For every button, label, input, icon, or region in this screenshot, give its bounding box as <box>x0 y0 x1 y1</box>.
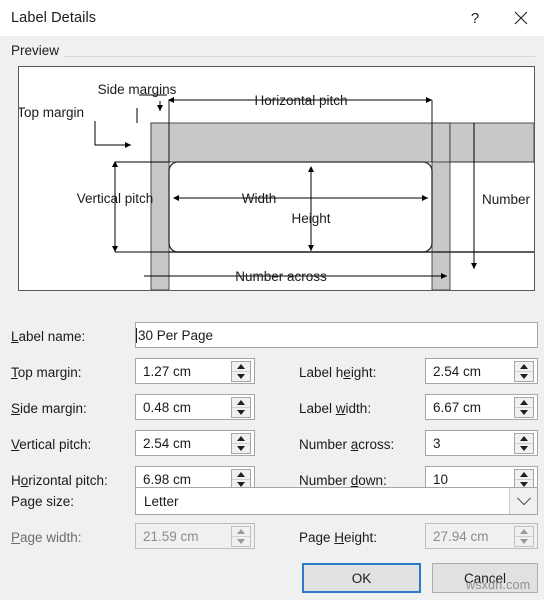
diagram-label-side-margins: Side margins <box>98 82 177 97</box>
diagram-label-vertical-pitch: Vertical pitch <box>77 191 154 206</box>
label-width-label: Label width: <box>299 401 372 416</box>
label-name-label: Label name: <box>11 329 86 344</box>
page-size-label: Page size: <box>11 494 75 509</box>
page-height-input: 27.94 cm <box>425 523 538 549</box>
chevron-down-icon[interactable] <box>509 488 537 514</box>
top-margin-input[interactable]: 1.27 cm <box>135 358 255 384</box>
spinner-down-button[interactable] <box>232 443 250 453</box>
spinner-up-button <box>515 527 533 536</box>
spinner-down-button[interactable] <box>515 371 533 381</box>
horizontal-pitch-label: Horizontal pitch: <box>11 473 108 488</box>
label-width-input[interactable]: 6.67 cm <box>425 394 538 420</box>
page-width-spinner <box>231 526 251 547</box>
spinner-down-button[interactable] <box>232 407 250 417</box>
top-margin-spinner[interactable] <box>231 361 251 382</box>
help-icon[interactable]: ? <box>452 0 498 36</box>
number-across-spinner[interactable] <box>514 433 534 454</box>
diagram-label-number-down: Number down <box>482 192 534 207</box>
vertical-pitch-input[interactable]: 2.54 cm <box>135 430 255 456</box>
spinner-down-button <box>515 536 533 546</box>
label-height-spinner[interactable] <box>514 361 534 382</box>
spinner-up-button[interactable] <box>232 470 250 479</box>
spinner-up-button[interactable] <box>232 434 250 443</box>
number-down-label: Number down: <box>299 473 387 488</box>
page-width-input: 21.59 cm <box>135 523 255 549</box>
title-bar: Label Details ? <box>0 0 544 36</box>
preview-group-label: Preview <box>11 43 65 58</box>
side-margin-spinner[interactable] <box>231 397 251 418</box>
number-across-label: Number across: <box>299 437 395 452</box>
cancel-button[interactable]: Cancel <box>432 563 538 593</box>
spinner-up-button[interactable] <box>515 398 533 407</box>
page-height-spinner <box>514 526 534 547</box>
page-width-label: Page width: <box>11 530 82 545</box>
page-size-combobox[interactable]: Letter <box>135 487 538 515</box>
vertical-pitch-label: Vertical pitch: <box>11 437 92 452</box>
spinner-down-button <box>232 536 250 546</box>
ok-button[interactable]: OK <box>302 563 421 593</box>
side-margin-input[interactable]: 0.48 cm <box>135 394 255 420</box>
diagram-label-top-margin: Top margin <box>19 105 84 120</box>
spinner-up-button[interactable] <box>515 434 533 443</box>
diagram-label-height: Height <box>291 211 330 226</box>
spinner-up-button[interactable] <box>232 398 250 407</box>
label-name-input[interactable]: 30 Per Page <box>135 322 538 348</box>
vertical-pitch-spinner[interactable] <box>231 433 251 454</box>
page-height-label: Page Height: <box>299 530 378 545</box>
spinner-up-button <box>232 527 250 536</box>
diagram-label-width: Width <box>242 191 277 206</box>
label-height-input[interactable]: 2.54 cm <box>425 358 538 384</box>
top-margin-label: Top margin: <box>11 365 82 380</box>
preview-group-rule <box>11 56 535 57</box>
label-width-spinner[interactable] <box>514 397 534 418</box>
number-across-input[interactable]: 3 <box>425 430 538 456</box>
spinner-up-button[interactable] <box>232 362 250 371</box>
window-title: Label Details <box>11 10 97 26</box>
spinner-up-button[interactable] <box>515 470 533 479</box>
label-height-label: Label height: <box>299 365 377 380</box>
spinner-down-button[interactable] <box>515 443 533 453</box>
diagram-label-horizontal-pitch: Horizontal pitch <box>254 93 347 108</box>
spinner-down-button[interactable] <box>232 371 250 381</box>
titlebar-buttons: ? <box>452 0 544 36</box>
spinner-down-button[interactable] <box>515 407 533 417</box>
preview-svg: Top margin Side margins Horizontal pitch… <box>19 82 534 290</box>
label-preview-diagram: Top margin Side margins Horizontal pitch… <box>18 66 535 291</box>
spinner-up-button[interactable] <box>515 362 533 371</box>
diagram-label-number-across: Number across <box>235 269 327 284</box>
side-margin-label: Side margin: <box>11 401 87 416</box>
close-icon[interactable] <box>498 0 544 36</box>
